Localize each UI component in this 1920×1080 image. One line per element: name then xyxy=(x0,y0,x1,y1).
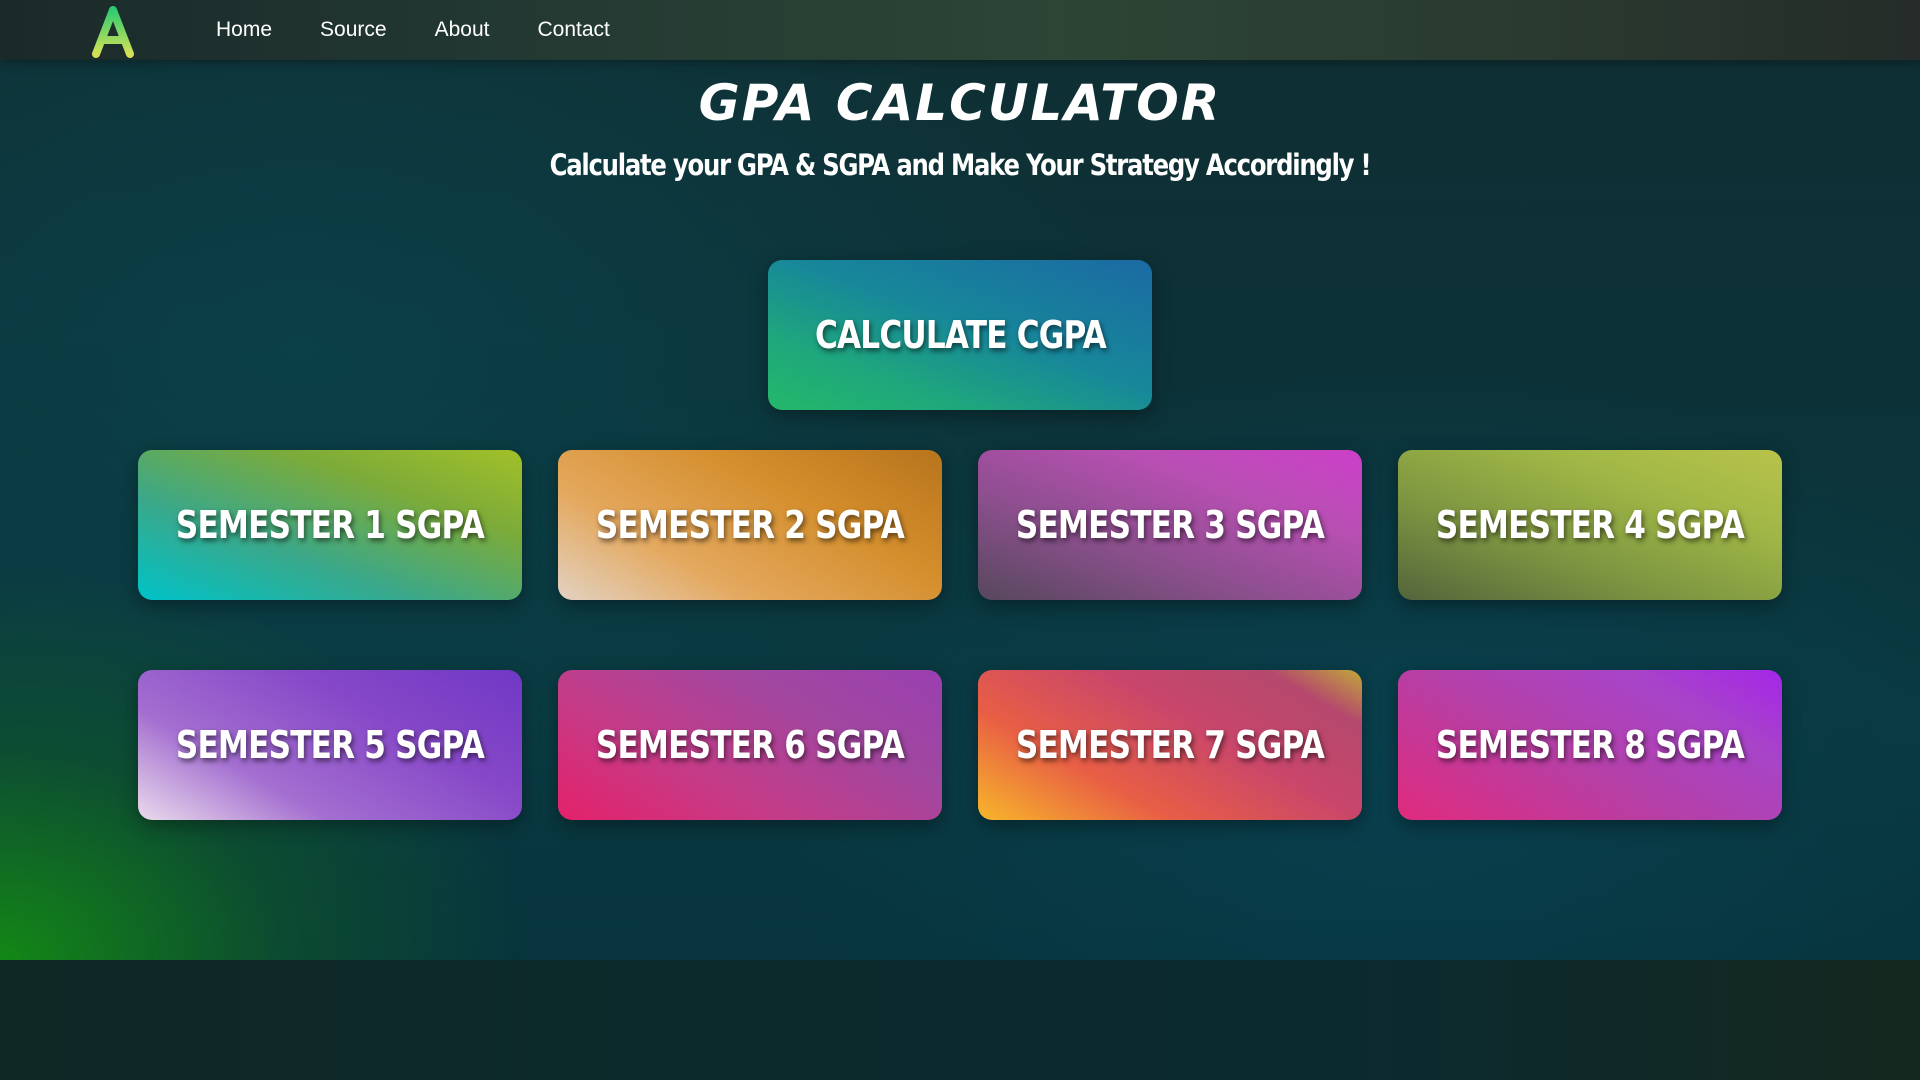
nav-links: Home Source About Contact xyxy=(216,0,610,60)
semester-1-sgpa-button[interactable]: SEMESTER 1 SGPA xyxy=(138,450,522,600)
semester-1-sgpa-label: SEMESTER 1 SGPA xyxy=(175,503,485,547)
semester-7-sgpa-label: SEMESTER 7 SGPA xyxy=(1015,723,1325,767)
page-title: GPA CALCULATOR xyxy=(698,74,1222,132)
semester-5-sgpa-label: SEMESTER 5 SGPA xyxy=(175,723,485,767)
page-subtitle: Calculate your GPA & SGPA and Make Your … xyxy=(549,148,1372,182)
calculate-cgpa-label: CALCULATE CGPA xyxy=(814,313,1106,357)
semester-5-sgpa-button[interactable]: SEMESTER 5 SGPA xyxy=(138,670,522,820)
semester-4-sgpa-button[interactable]: SEMESTER 4 SGPA xyxy=(1398,450,1782,600)
nav-source-link[interactable]: Source xyxy=(320,18,387,42)
semester-3-sgpa-button[interactable]: SEMESTER 3 SGPA xyxy=(978,450,1362,600)
semester-3-sgpa-label: SEMESTER 3 SGPA xyxy=(1015,503,1325,547)
nav-home-link[interactable]: Home xyxy=(216,18,272,42)
semester-2-sgpa-label: SEMESTER 2 SGPA xyxy=(595,503,905,547)
semester-4-sgpa-label: SEMESTER 4 SGPA xyxy=(1435,503,1745,547)
semester-2-sgpa-button[interactable]: SEMESTER 2 SGPA xyxy=(558,450,942,600)
logo-a-icon[interactable] xyxy=(88,6,138,58)
nav-about-link[interactable]: About xyxy=(435,18,490,42)
semester-8-sgpa-label: SEMESTER 8 SGPA xyxy=(1435,723,1745,767)
semester-6-sgpa-label: SEMESTER 6 SGPA xyxy=(595,723,905,767)
semester-8-sgpa-button[interactable]: SEMESTER 8 SGPA xyxy=(1398,670,1782,820)
page-footer-band xyxy=(0,960,1920,1080)
navbar: Home Source About Contact xyxy=(0,0,1920,60)
nav-contact-link[interactable]: Contact xyxy=(537,18,609,42)
semester-7-sgpa-button[interactable]: SEMESTER 7 SGPA xyxy=(978,670,1362,820)
calculate-cgpa-button[interactable]: CALCULATE CGPA xyxy=(768,260,1152,410)
semester-6-sgpa-button[interactable]: SEMESTER 6 SGPA xyxy=(558,670,942,820)
